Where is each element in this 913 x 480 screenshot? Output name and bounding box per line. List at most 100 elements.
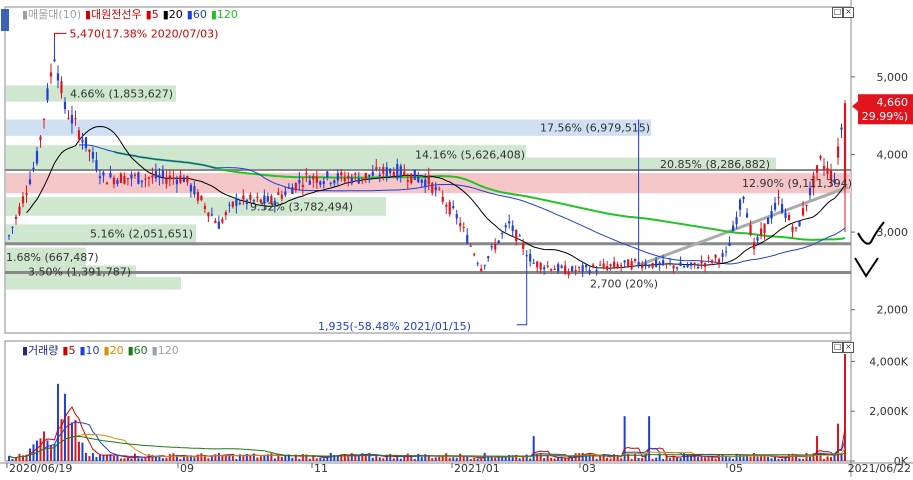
volume-bar xyxy=(721,454,724,461)
volume-bar xyxy=(805,452,808,461)
price-candle xyxy=(700,261,703,264)
close-volume-panel-button[interactable]: × xyxy=(843,342,854,353)
volume-bar xyxy=(798,458,801,461)
volume-bar xyxy=(662,459,665,461)
price-candle xyxy=(312,175,315,180)
price-candle xyxy=(123,175,126,184)
price-candle xyxy=(25,193,28,195)
price-candle xyxy=(459,223,462,227)
price-legend-item-0[interactable]: ▮매물대(10) xyxy=(22,8,81,21)
volume-bar xyxy=(42,431,45,461)
volume-bar xyxy=(165,457,168,461)
price-candle xyxy=(840,127,843,130)
close-price-panel-button[interactable]: × xyxy=(843,7,854,18)
price-candle xyxy=(91,152,95,159)
price-candle xyxy=(564,265,567,275)
volume-bar xyxy=(655,457,658,461)
vol-legend-item-3[interactable]: ▮20 xyxy=(104,344,124,357)
x-axis-label: 05 xyxy=(729,462,743,475)
volume-profile-label: 20.85% (8,286,882) xyxy=(660,158,770,171)
price-candle xyxy=(105,182,109,185)
min-price-annotation: 1,935(-58.48% 2021/01/15) xyxy=(318,320,471,333)
volume-bar xyxy=(126,457,129,461)
price-candle xyxy=(368,174,371,177)
x-axis-label: 2021/06/22 xyxy=(848,462,911,475)
volume-profile-label: 1.68% (667,487) xyxy=(6,251,99,264)
price-candle xyxy=(67,117,70,119)
y-tick-label: 4,000 xyxy=(877,148,909,161)
price-candle xyxy=(63,101,67,109)
price-candle xyxy=(193,186,196,195)
volume-bar xyxy=(70,422,73,461)
price-candle xyxy=(438,188,441,190)
price-candle xyxy=(382,166,385,174)
volume-bar xyxy=(200,453,203,461)
price-candle xyxy=(627,259,630,268)
volume-legend: ▮거래량 ▮5 ▮10 ▮20 ▮60 ▮120 xyxy=(18,342,183,358)
price-candle xyxy=(763,223,766,234)
volume-bar xyxy=(217,452,220,461)
price-candle xyxy=(728,242,731,246)
price-legend-item-5[interactable]: ▮120 xyxy=(211,8,238,21)
price-candle xyxy=(735,217,738,225)
price-legend-item-1[interactable]: ▮대원전선우 xyxy=(85,8,142,21)
price-candle xyxy=(452,206,455,209)
price-legend-item-2[interactable]: ▮5 xyxy=(146,8,159,21)
volume-bar xyxy=(532,436,535,461)
volume-bar xyxy=(130,458,133,461)
price-candle xyxy=(794,227,798,229)
price-candle xyxy=(759,228,763,236)
price-candle xyxy=(291,187,294,195)
price-candle xyxy=(717,259,721,263)
price-candle xyxy=(770,210,773,219)
price-candle xyxy=(294,183,297,191)
volume-bar xyxy=(704,457,707,461)
price-candle xyxy=(231,201,234,207)
price-candle xyxy=(88,149,91,153)
volume-bar xyxy=(102,455,105,461)
vol-legend-item-4[interactable]: ▮60 xyxy=(128,344,148,357)
volume-bar xyxy=(770,458,773,461)
price-candle xyxy=(350,177,353,184)
price-candle xyxy=(560,265,563,268)
x-axis-label: 03 xyxy=(582,462,596,475)
volume-bar xyxy=(112,456,115,461)
price-candle xyxy=(689,262,693,266)
volume-bar xyxy=(529,458,532,461)
price-candle xyxy=(623,260,626,263)
vol-legend-item-1[interactable]: ▮5 xyxy=(62,344,75,357)
volume-bar xyxy=(168,454,171,461)
price-candle xyxy=(756,237,759,241)
volume-bar xyxy=(452,457,455,461)
y-tick-label: 5,000 xyxy=(877,71,909,84)
stock-chart[interactable]: 5,000 4,000 3,000 2,000 4.66% (1,853,627) 17.… xyxy=(0,0,913,477)
vol-legend-item-5[interactable]: ▮120 xyxy=(152,344,179,357)
vol-legend-item-2[interactable]: ▮10 xyxy=(79,344,99,357)
price-candle xyxy=(221,219,224,223)
volume-bar xyxy=(56,383,59,461)
price-candle xyxy=(703,263,707,267)
price-candle xyxy=(731,225,735,232)
price-candle xyxy=(487,256,490,259)
maximize-price-panel-button[interactable]: □ xyxy=(832,7,843,18)
price-candle xyxy=(805,204,808,207)
price-candle xyxy=(21,196,25,204)
price-legend-item-4[interactable]: ▮60 xyxy=(187,8,207,21)
price-legend-item-3[interactable]: ▮20 xyxy=(163,8,183,21)
volume-bar xyxy=(249,455,252,461)
volume-bar xyxy=(669,458,672,461)
maximize-volume-panel-button[interactable]: □ xyxy=(832,342,843,353)
price-candle xyxy=(77,130,81,140)
vol-legend-item-0[interactable]: ▮거래량 xyxy=(22,344,58,357)
price-candle xyxy=(773,202,777,210)
volume-bar xyxy=(210,456,213,461)
volume-bar xyxy=(522,456,525,461)
volume-bar xyxy=(161,458,164,461)
volume-bar xyxy=(354,455,357,461)
price-candle xyxy=(175,179,178,185)
price-candle xyxy=(392,171,395,177)
chart-canvas[interactable]: 5,000 4,000 3,000 2,000 4.66% (1,853,627) 17.… xyxy=(0,0,913,477)
volume-bar xyxy=(476,458,479,461)
price-candle xyxy=(745,213,749,218)
volume-bar xyxy=(676,457,679,461)
